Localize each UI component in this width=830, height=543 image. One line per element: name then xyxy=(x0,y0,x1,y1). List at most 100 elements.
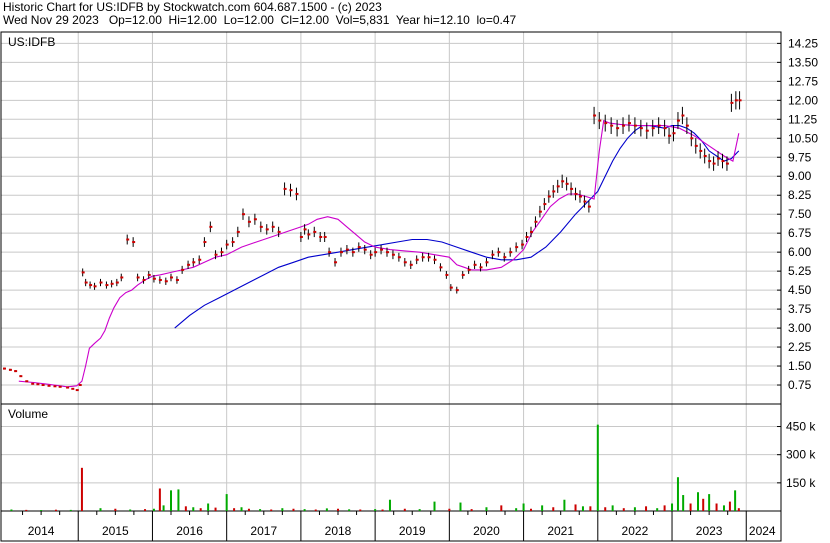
price-point xyxy=(668,134,672,137)
price-point xyxy=(19,375,23,378)
year-label: 2017 xyxy=(250,524,277,538)
price-point xyxy=(449,286,453,289)
price-tick-label: 6.00 xyxy=(788,245,812,259)
volume-bar xyxy=(715,503,718,511)
volume-bar xyxy=(388,499,391,511)
price-point xyxy=(461,273,465,276)
price-point xyxy=(299,235,303,238)
volume-bar xyxy=(622,508,625,511)
price-point xyxy=(534,220,538,223)
volume-tick-label: 300 k xyxy=(786,448,816,462)
price-point xyxy=(380,248,384,251)
price-point xyxy=(473,263,477,266)
volume-bar xyxy=(214,507,217,511)
price-point xyxy=(685,124,689,127)
price-point xyxy=(47,384,51,387)
price-point xyxy=(403,261,407,264)
price-point xyxy=(525,235,529,238)
price-point xyxy=(277,230,281,233)
price-point xyxy=(323,235,327,238)
price-point xyxy=(730,101,734,104)
volume-bar xyxy=(170,490,173,511)
price-point xyxy=(313,230,317,233)
price-point xyxy=(587,205,591,208)
volume-bar xyxy=(270,509,273,511)
price-point xyxy=(209,225,213,228)
volume-bar xyxy=(177,489,180,511)
price-point xyxy=(409,263,413,266)
volume-bar xyxy=(374,509,377,511)
price-point xyxy=(259,225,263,228)
volume-bar xyxy=(184,506,187,511)
volume-bar xyxy=(470,509,473,511)
price-point xyxy=(339,251,343,254)
volume-bar xyxy=(697,492,700,511)
volume-bar xyxy=(448,508,451,511)
volume-bar xyxy=(433,501,436,511)
price-point xyxy=(14,370,18,373)
price-point xyxy=(363,248,367,251)
price-point xyxy=(651,127,655,130)
volume-bar xyxy=(348,509,351,511)
price-point xyxy=(681,114,685,117)
price-point xyxy=(53,385,57,388)
volume-bar xyxy=(552,507,555,511)
price-point xyxy=(147,273,151,276)
price-point xyxy=(328,251,332,254)
volume-bar xyxy=(54,509,57,511)
price-tick-label: 11.25 xyxy=(788,112,817,126)
price-tick-label: 7.50 xyxy=(788,207,812,221)
price-point xyxy=(610,124,614,127)
price-point xyxy=(509,251,513,254)
volume-bar xyxy=(589,506,592,511)
price-point xyxy=(433,258,437,261)
price-point xyxy=(225,243,229,246)
price-point xyxy=(491,253,495,256)
price-tick-label: 14.25 xyxy=(788,36,818,50)
price-point xyxy=(289,189,293,192)
price-point xyxy=(639,127,643,130)
price-point xyxy=(479,266,483,269)
price-point xyxy=(71,387,75,390)
volume-bar xyxy=(702,498,705,511)
volume-bar xyxy=(485,507,488,511)
price-point xyxy=(529,230,533,233)
volume-bar xyxy=(233,508,236,511)
price-point xyxy=(41,384,45,387)
price-point xyxy=(132,241,136,244)
price-point xyxy=(427,256,431,259)
volume-bar xyxy=(581,506,584,511)
volume-bar xyxy=(80,467,83,511)
price-point xyxy=(694,144,698,147)
volume-bar xyxy=(337,508,340,511)
price-point xyxy=(78,384,82,387)
price-point xyxy=(657,124,661,127)
price-point xyxy=(676,119,680,122)
price-point xyxy=(99,281,103,284)
volume-bar xyxy=(359,509,362,511)
volume-bar xyxy=(114,508,117,511)
price-point xyxy=(593,114,597,117)
volume-bar xyxy=(207,503,210,511)
price-point xyxy=(75,389,79,392)
stock-chart: US:IDFB Volume 0.75 1.50 2.25 3.00 3.75 4.50 5… xyxy=(0,31,818,542)
volume-bar xyxy=(645,506,648,511)
volume-bar xyxy=(40,510,43,511)
price-point xyxy=(203,241,207,244)
price-tick-label: 4.50 xyxy=(788,283,812,297)
price-point xyxy=(717,157,721,160)
price-point xyxy=(192,261,196,264)
price-point xyxy=(31,382,35,385)
price-tick-label: 9.00 xyxy=(788,169,812,183)
price-point xyxy=(386,251,389,254)
volume-bar xyxy=(10,509,13,511)
volume-label: Volume xyxy=(8,407,48,421)
price-point xyxy=(712,162,716,165)
price-tick-label: 13.50 xyxy=(788,55,818,69)
price-point xyxy=(556,185,560,188)
price-axis: 0.75 1.50 2.25 3.00 3.75 4.50 5.25 6.00 6.75 7.50… xyxy=(777,36,818,392)
volume-bar xyxy=(292,508,295,511)
price-tick-label: 2.25 xyxy=(788,340,812,354)
volume-tick-label: 150 k xyxy=(786,476,816,490)
price-point xyxy=(467,268,471,271)
